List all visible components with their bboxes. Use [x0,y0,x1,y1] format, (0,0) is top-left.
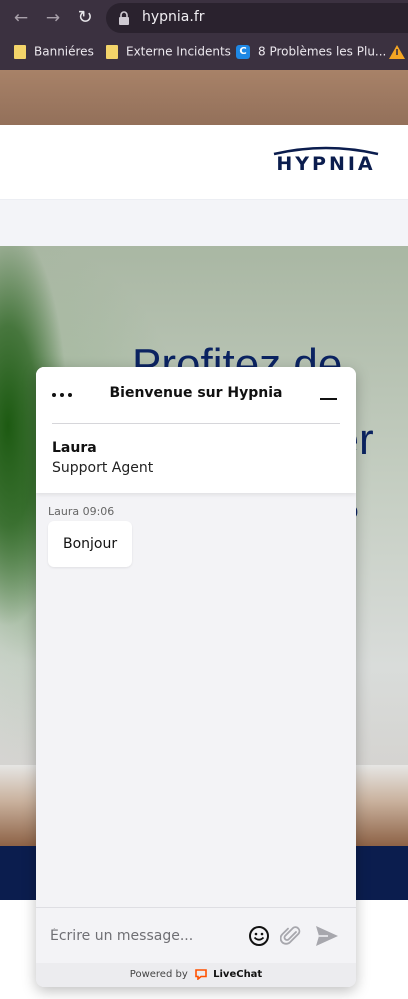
site-subnav [0,199,408,247]
minimize-icon[interactable] [318,387,340,403]
browser-toolbar: ← → ↻ hypnia.fr [0,0,408,36]
agent-role: Support Agent [52,460,154,476]
c-icon: C [236,44,250,59]
bookmark-warning[interactable] [388,44,406,62]
agent-name: Laura [52,440,97,456]
logo-text: HYPNIA [276,153,376,175]
more-options-icon[interactable] [52,384,76,404]
bookmark-problemes[interactable]: C 8 Problèmes les Plu... [236,44,386,62]
folder-icon [106,44,118,59]
bookmark-label: Externe Incidents [126,44,231,59]
bookmarks-bar: Banniéres Externe Incidents C 8 Problèmes… [0,36,408,70]
message-input[interactable] [50,922,240,950]
reload-icon[interactable]: ↻ [74,7,96,29]
livechat-logo-icon [195,968,207,980]
chat-title: Bienvenue sur Hypnia [109,385,283,401]
lock-icon [119,11,129,25]
warning-triangle-icon [389,45,405,59]
back-icon[interactable]: ← [10,7,32,29]
top-banner [0,70,408,125]
emoji-icon[interactable] [248,925,270,947]
message-bubble: Bonjour [48,521,133,567]
folder-icon [14,44,26,59]
bookmark-bannieres[interactable]: Banniéres [14,44,94,62]
bookmark-externe-incidents[interactable]: Externe Incidents [106,44,231,62]
livechat-widget: Bienvenue sur Hypnia Laura Support Agent… [36,367,356,987]
hypnia-logo[interactable]: HYPNIA [270,146,382,178]
address-bar[interactable]: hypnia.fr [106,3,408,33]
powered-by-footer[interactable]: Powered by LiveChat [36,963,356,987]
header-divider [52,423,340,424]
message-meta: Laura 09:06 [48,505,115,518]
powered-by-text: Powered by [129,969,188,980]
bookmark-label: 8 Problèmes les Plu... [258,44,387,59]
send-icon[interactable] [314,924,340,948]
bookmark-label: Banniéres [34,44,94,59]
chat-header: Bienvenue sur Hypnia Laura Support Agent [36,367,356,493]
attach-icon[interactable] [280,924,302,948]
message-composer [36,907,356,964]
url-text: hypnia.fr [142,9,205,25]
livechat-brand: LiveChat [213,969,263,980]
forward-icon[interactable]: → [42,7,64,29]
